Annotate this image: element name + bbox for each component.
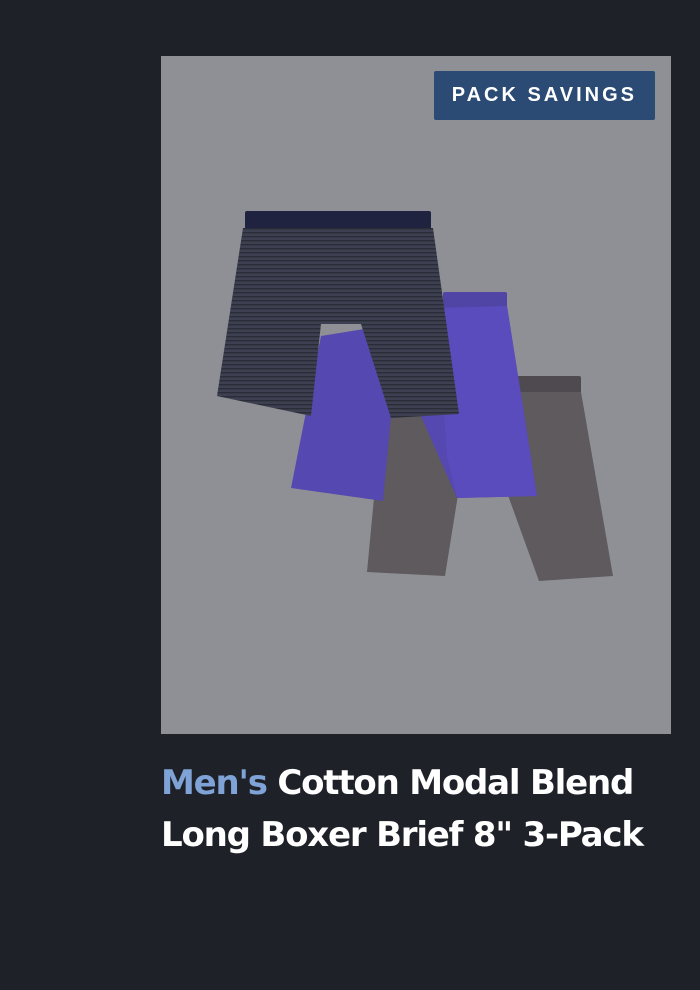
boxer-briefs-illustration: [217, 211, 613, 581]
pack-savings-badge: PACK SAVINGS: [433, 71, 655, 120]
gender-label: Men's: [161, 763, 268, 803]
product-title-link[interactable]: Men's Cotton Modal Blend Long Boxer Brie…: [161, 757, 681, 861]
product-card[interactable]: PACK SAVINGS: [161, 56, 671, 756]
product-image[interactable]: PACK SAVINGS: [161, 56, 671, 734]
